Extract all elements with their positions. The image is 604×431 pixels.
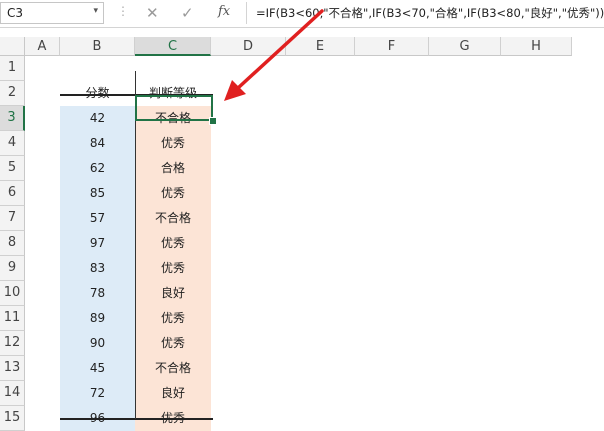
annotation-arrow [224, 9, 324, 101]
arrow-shaft [236, 9, 324, 90]
